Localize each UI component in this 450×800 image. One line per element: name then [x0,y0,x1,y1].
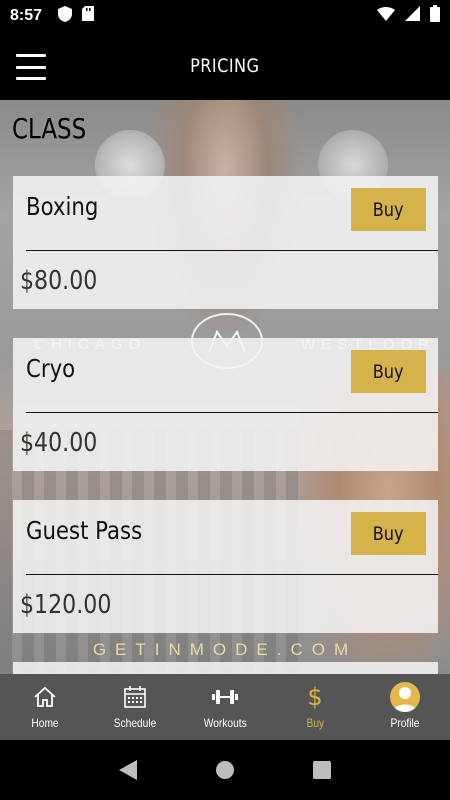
section-title: CLASS [12,112,87,145]
home-icon [33,684,57,710]
page-title: PRICING [190,55,260,77]
nav-home-label: Home [31,716,59,730]
dumbbell-icon [212,684,238,710]
wifi-icon [377,6,395,26]
system-nav-bar [0,740,450,800]
battery-icon [430,5,440,27]
product-price: $80.00 [20,266,98,296]
back-icon[interactable] [108,750,148,790]
nav-workouts-label: Workouts [203,716,247,730]
home-circle-icon[interactable] [205,750,245,790]
product-price: $120.00 [20,590,112,620]
shield-icon [58,5,73,27]
divider [26,412,438,413]
nav-schedule[interactable]: Schedule [90,674,180,740]
product-card-boxing: Boxing Buy $80.00 [13,176,438,309]
nav-profile[interactable]: Profile [360,674,450,740]
nav-buy-label: Buy [306,716,324,730]
product-name: Boxing [26,192,99,221]
product-name: Cryo [26,354,76,383]
bottom-nav: Home Schedule Workouts $ Buy Profile [0,674,450,740]
sd-card-icon [82,6,95,26]
status-bar: 8:57 [0,0,450,32]
buy-button[interactable]: Buy [351,512,426,555]
product-price: $40.00 [20,428,98,458]
product-card-next [13,662,438,674]
nav-profile-label: Profile [390,716,420,730]
buy-button[interactable]: Buy [351,350,426,393]
product-card-guest-pass: Guest Pass Buy $120.00 [13,500,438,633]
recents-icon[interactable] [302,750,342,790]
nav-home[interactable]: Home [0,674,90,740]
nav-schedule-label: Schedule [113,716,157,730]
divider [26,250,438,251]
nav-buy[interactable]: $ Buy [270,674,360,740]
divider [26,574,438,575]
hamburger-menu-icon[interactable] [16,54,46,80]
calendar-icon [124,684,146,710]
buy-button[interactable]: Buy [351,188,426,231]
dollar-icon: $ [307,683,323,711]
status-time: 8:57 [10,7,43,24]
product-name: Guest Pass [26,516,143,545]
product-card-cryo: Cryo Buy $40.00 [13,338,438,471]
pricing-content[interactable]: CHICAGO WESTLOOP GETINMODE.COM CLASS Box… [0,100,450,674]
app-bar: PRICING [0,32,450,100]
nav-workouts[interactable]: Workouts [180,674,270,740]
brand-url: GETINMODE.COM [92,640,358,659]
avatar-icon [390,682,420,712]
signal-icon [405,6,420,26]
